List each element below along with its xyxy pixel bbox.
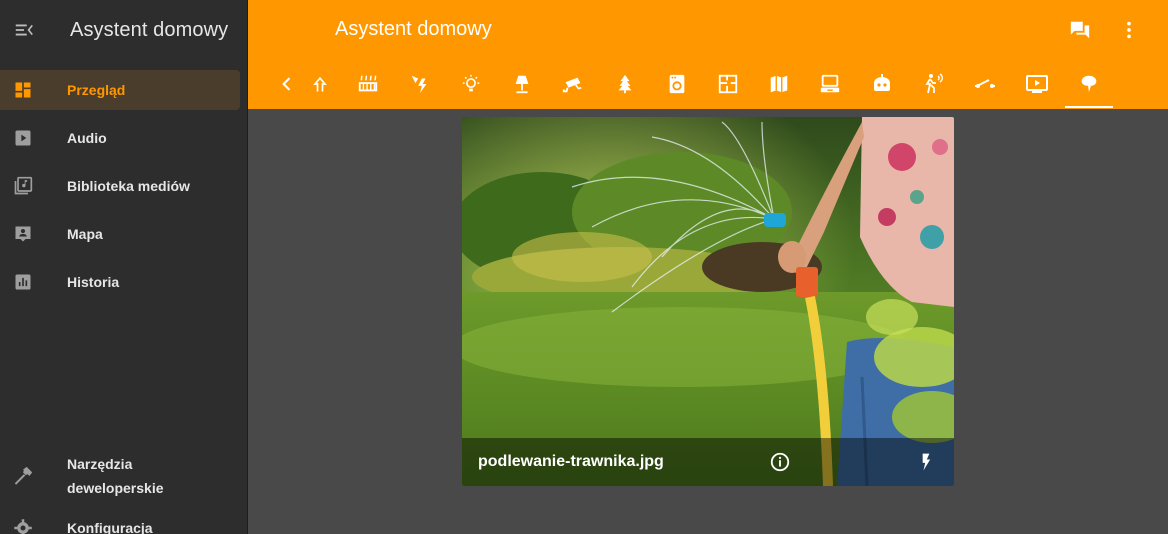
info-icon [770, 452, 790, 472]
chart-box-icon [12, 271, 34, 293]
sidebar-item-audio[interactable]: Audio [0, 118, 240, 158]
sidebar-item-overview[interactable]: Przegląd [0, 70, 240, 110]
bulb-icon [462, 74, 480, 92]
stairs-icon [313, 76, 327, 92]
dashboard-icon [12, 79, 34, 101]
tab-cameras[interactable] [561, 72, 585, 96]
sidebar-item-map[interactable]: Mapa [0, 214, 240, 254]
sidebar: Asystent domowy Przegląd Audio Bibliotek… [0, 0, 248, 534]
tab-floorplan[interactable] [716, 72, 740, 96]
tab-garden[interactable] [613, 72, 637, 96]
tab-vacuum[interactable] [870, 72, 894, 96]
hammer-icon [12, 465, 34, 487]
sidebar-header: Asystent domowy [0, 0, 247, 60]
electricity-icon [411, 75, 427, 94]
chevron-left-icon [282, 77, 291, 91]
flash-icon [922, 453, 931, 471]
garden-watering-photo [462, 117, 954, 486]
tabs-scroll-back[interactable] [275, 72, 299, 96]
gear-icon [12, 517, 34, 534]
tab-media[interactable] [1025, 72, 1049, 96]
menu-collapse-icon [15, 24, 33, 36]
sidebar-item-developer-tools[interactable]: Narzędzia deweloperskie [0, 452, 240, 500]
sidebar-item-media-library[interactable]: Biblioteka mediów [0, 166, 240, 206]
menu-collapse-button[interactable] [0, 0, 48, 60]
tab-stairs[interactable] [308, 72, 332, 96]
tab-map[interactable] [767, 72, 791, 96]
sidebar-item-label: Przegląd [67, 82, 126, 98]
more-info-button[interactable] [768, 450, 792, 474]
laptop-icon [820, 74, 840, 93]
tree-icon [618, 74, 632, 94]
sidebar-item-label-line2: deweloperskie [67, 480, 164, 496]
sidebar-item-label: Mapa [67, 226, 103, 242]
water-drop-icon [1081, 75, 1097, 93]
radiator-icon [358, 75, 378, 92]
map-account-icon [12, 223, 34, 245]
picture-card[interactable]: podlewanie-trawnika.jpg [462, 117, 954, 486]
media-player-icon [1026, 75, 1048, 93]
tab-computers[interactable] [818, 72, 842, 96]
sidebar-item-label: Konfiguracja [67, 520, 153, 534]
tab-energy[interactable] [408, 72, 432, 96]
tab-lamps[interactable] [510, 72, 534, 96]
tab-irrigation[interactable] [1077, 72, 1101, 96]
tab-lights[interactable] [459, 72, 483, 96]
view-tabs [248, 60, 1168, 109]
sidebar-item-label: Biblioteka mediów [67, 178, 190, 194]
sidebar-item-label-line1: Narzędzia [67, 456, 133, 472]
tab-motion[interactable] [921, 72, 945, 96]
top-app-bar: Asystent domowy [248, 0, 1168, 109]
sidebar-item-settings[interactable]: Konfiguracja [0, 508, 240, 534]
assist-button[interactable] [1066, 16, 1094, 44]
tab-heating[interactable] [356, 72, 380, 96]
washing-machine-icon [669, 74, 685, 94]
robot-vacuum-icon [874, 74, 890, 91]
cctv-icon [562, 77, 582, 93]
motion-sensor-icon [925, 73, 943, 94]
page-title: Asystent domowy [335, 18, 492, 40]
music-library-icon [12, 175, 34, 197]
picture-caption-bar: podlewanie-trawnika.jpg [462, 438, 954, 486]
tab-switches[interactable] [973, 72, 997, 96]
map-icon [770, 75, 788, 93]
app-title: Asystent domowy [70, 18, 229, 41]
more-options-button[interactable] [1115, 16, 1143, 44]
picture-filename: podlewanie-trawnika.jpg [478, 453, 664, 470]
lamp-icon [515, 75, 529, 94]
dots-vertical-icon [1127, 21, 1131, 39]
active-tab-indicator [1065, 106, 1113, 108]
play-box-icon [12, 127, 34, 149]
switch-icon [975, 79, 995, 88]
sidebar-item-history[interactable]: Historia [0, 262, 240, 302]
chat-icon [1070, 21, 1090, 39]
tab-laundry[interactable] [665, 72, 689, 96]
sidebar-item-label: Historia [67, 274, 120, 290]
floor-plan-icon [718, 74, 738, 94]
toggle-action-button[interactable] [914, 450, 938, 474]
sidebar-item-label: Audio [67, 130, 107, 146]
